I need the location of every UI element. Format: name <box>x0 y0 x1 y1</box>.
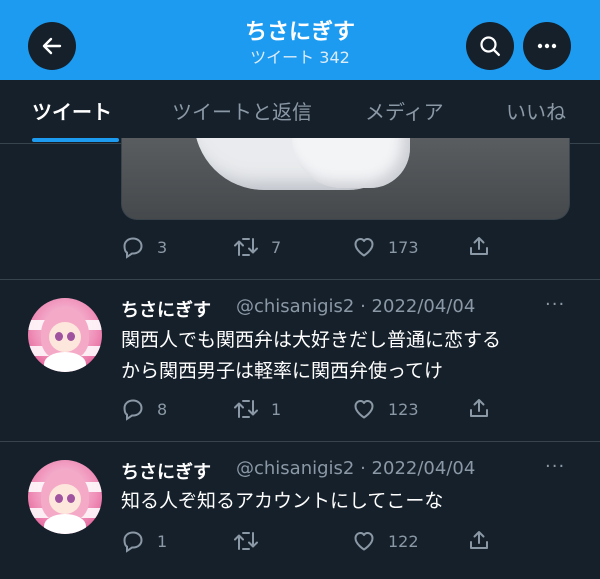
share-button[interactable] <box>467 528 491 552</box>
avatar-body <box>44 352 86 372</box>
active-tab-indicator <box>32 138 119 142</box>
retweet-count: 1 <box>271 399 282 419</box>
avatar-eye <box>55 494 63 503</box>
retweet-icon <box>234 400 258 418</box>
reply-icon <box>123 531 143 553</box>
retweet-button[interactable] <box>233 529 271 553</box>
profile-tabs: ツイート ツイートと返信 メディア いいね <box>0 80 600 144</box>
tweet-divider <box>0 279 600 280</box>
tweet-text-line: 知る人ぞ知るアカウントにしてこーな <box>121 490 444 512</box>
avatar-eye <box>67 494 75 503</box>
tweet-media-image[interactable] <box>121 138 570 220</box>
reply-button[interactable]: 8 <box>121 397 167 421</box>
tab-tweets-and-replies[interactable]: ツイートと返信 <box>172 96 312 125</box>
share-button[interactable] <box>467 234 491 258</box>
tweet-handle-date[interactable]: @chisanigis2 · 2022/04/04 <box>236 458 475 479</box>
more-options-button[interactable] <box>523 22 571 70</box>
tweet-handle-date[interactable]: @chisanigis2 · 2022/04/04 <box>236 296 475 317</box>
heart-icon <box>354 238 374 257</box>
tab-media[interactable]: メディア <box>365 96 444 125</box>
tweet-author-name[interactable]: ちさにぎす <box>121 458 211 484</box>
tweet-author-name[interactable]: ちさにぎす <box>121 296 211 322</box>
tab-tweets[interactable]: ツイート <box>32 96 112 125</box>
avatar-body <box>44 514 86 534</box>
like-button[interactable]: 123 <box>352 397 419 421</box>
share-icon <box>470 237 488 255</box>
avatar-eye <box>55 332 63 341</box>
like-button[interactable]: 173 <box>352 235 419 259</box>
tweet-text: 知る人ぞ知るアカウントにしてこーな <box>121 486 581 517</box>
tweet-more-button[interactable]: ··· <box>545 456 565 477</box>
avatar-eye <box>67 332 75 341</box>
retweet-button[interactable]: 1 <box>233 397 281 421</box>
tweet-more-button[interactable]: ··· <box>545 294 565 315</box>
like-count: 173 <box>388 237 419 257</box>
share-icon <box>470 531 488 549</box>
profile-header: ちさにぎす ツイート 342 <box>0 0 600 80</box>
reply-button[interactable]: 1 <box>121 529 167 553</box>
tweet-text-line: から関西男子は軽率に関西弁使ってけ <box>121 360 444 382</box>
like-button[interactable]: 122 <box>352 529 419 553</box>
avatar[interactable] <box>28 298 102 372</box>
reply-count: 1 <box>157 531 168 551</box>
heart-icon <box>354 400 374 419</box>
heart-icon <box>354 532 374 551</box>
tweet-divider <box>0 441 600 442</box>
avatar-face <box>49 484 81 514</box>
reply-button[interactable]: 3 <box>121 235 167 259</box>
avatar-face <box>49 322 81 352</box>
retweet-button[interactable]: 7 <box>233 235 281 259</box>
avatar[interactable] <box>28 460 102 534</box>
like-count: 123 <box>388 399 419 419</box>
tweet-text: 関西人でも関西弁は大好きだし普通に恋する から関西男子は軽率に関西弁使ってけ <box>121 325 581 387</box>
like-count: 122 <box>388 531 419 551</box>
search-button[interactable] <box>466 22 514 70</box>
search-icon <box>480 36 500 56</box>
more-horizontal-icon <box>537 43 557 49</box>
tab-likes[interactable]: いいね <box>506 96 566 125</box>
reply-count: 3 <box>157 237 168 257</box>
retweet-count: 7 <box>271 237 282 257</box>
retweet-icon <box>234 532 258 550</box>
share-button[interactable] <box>467 396 491 420</box>
reply-icon <box>123 399 143 421</box>
share-icon <box>470 399 488 417</box>
reply-icon <box>123 237 143 259</box>
tweet-text-line: 関西人でも関西弁は大好きだし普通に恋する <box>121 329 502 351</box>
retweet-icon <box>234 238 258 256</box>
reply-count: 8 <box>157 399 168 419</box>
